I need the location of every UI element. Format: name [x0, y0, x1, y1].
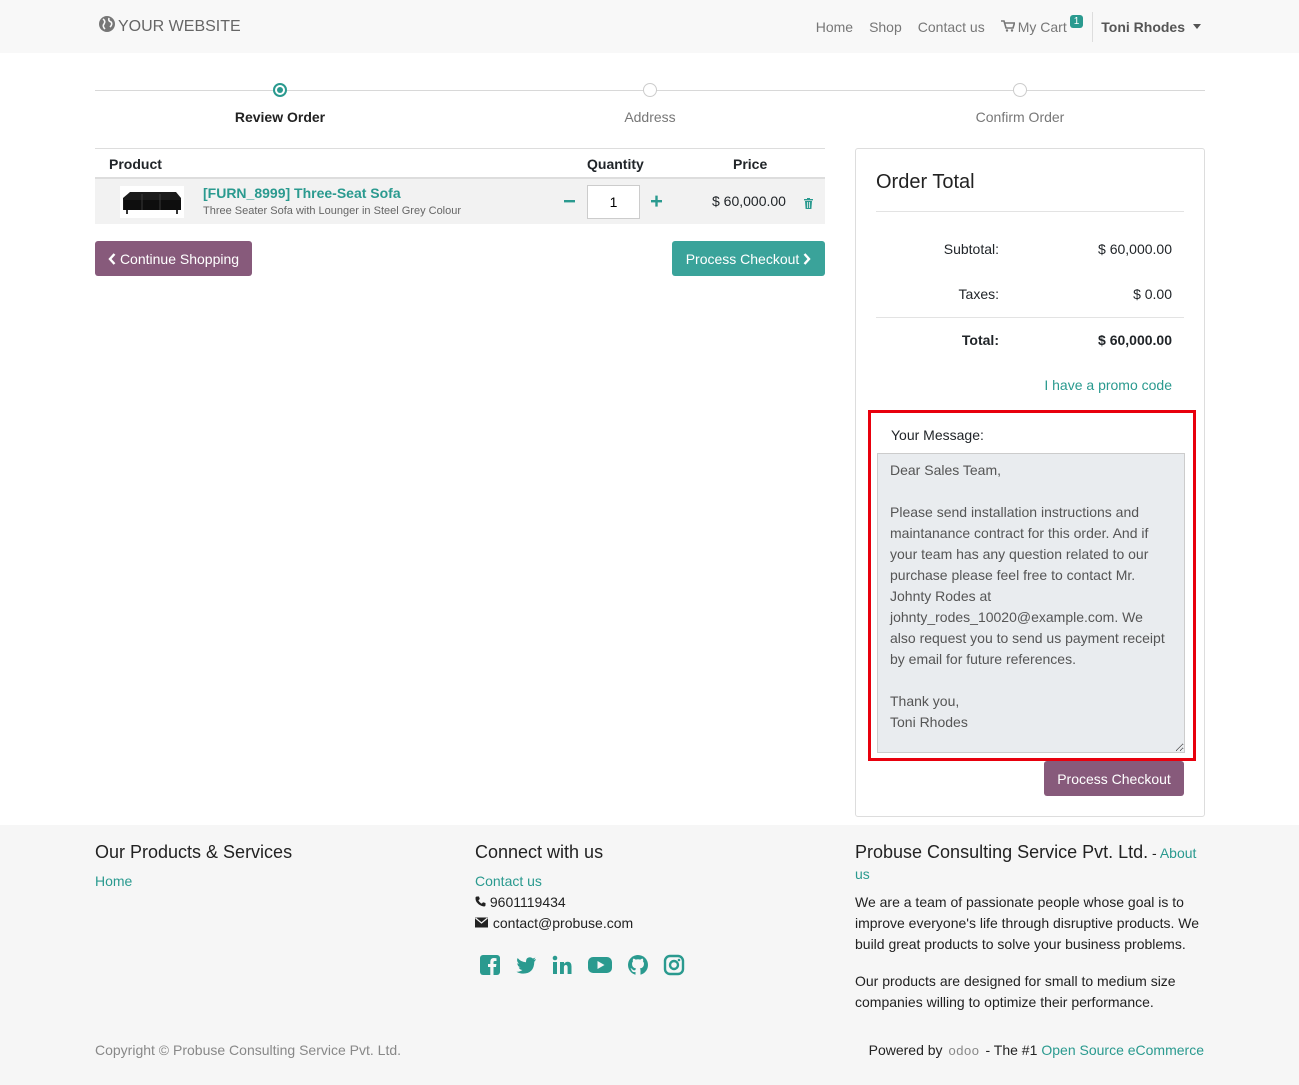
open-source-ecommerce-link[interactable]: Open Source eCommerce [1041, 1042, 1204, 1058]
brand-logo[interactable]: YOUR WEBSITE [98, 15, 241, 38]
product-description: Three Seater Sofa with Lounger in Steel … [203, 205, 462, 217]
taxes-label: Taxes: [958, 286, 999, 302]
step-dot-icon [1013, 83, 1027, 97]
message-label: Your Message: [891, 427, 984, 443]
about-separator: - [1148, 845, 1160, 861]
footer-connect-column: Connect with us Contact us 9601119434 co… [475, 842, 815, 976]
footer: Our Products & Services Home Connect wit… [0, 825, 1299, 1085]
odoo-logo[interactable]: odoo [949, 1043, 980, 1058]
taxes-value: $ 0.00 [1133, 286, 1172, 302]
footer-connect-title: Connect with us [475, 842, 604, 862]
order-total-panel: Order Total Subtotal: $ 60,000.00 Taxes:… [855, 148, 1205, 817]
youtube-icon[interactable] [587, 954, 613, 976]
company-products-description: Our products are designed for small to m… [855, 973, 1176, 1010]
trash-icon[interactable] [804, 196, 813, 212]
phone-number: 9601119434 [489, 894, 566, 910]
copyright-text: Copyright © Probuse Consulting Service P… [95, 1042, 402, 1058]
message-highlight-box: Your Message: [868, 410, 1196, 761]
email-line: contact@probuse.com [475, 913, 815, 934]
powered-by: Powered by odoo - The #1 Open Source eCo… [869, 1042, 1204, 1058]
continue-shopping-label: Continue Shopping [119, 250, 240, 267]
phone-line: 9601119434 [475, 892, 815, 913]
step-dot-icon [273, 83, 287, 97]
cart-table-header: Product Quantity Price [95, 148, 825, 179]
table-row: [FURN_8999] Three-Seat Sofa Three Seater… [95, 179, 825, 224]
user-menu[interactable]: Toni Rhodes [1101, 19, 1201, 35]
company-description: We are a team of passionate people whose… [855, 894, 1200, 952]
shopping-cart-icon [1000, 19, 1018, 35]
header-price: Price [733, 156, 768, 172]
footer-products-title: Our Products & Services [95, 842, 293, 862]
caret-down-icon [1193, 24, 1201, 29]
process-checkout-label: Process Checkout [685, 250, 800, 267]
chevron-right-icon [803, 252, 811, 265]
step-review-order: Review Order [180, 82, 380, 125]
user-name: Toni Rhodes [1101, 18, 1185, 35]
powered-by-label: Powered by [868, 1042, 943, 1058]
powered-by-middle: - The #1 [985, 1042, 1038, 1058]
order-total-title: Order Total [876, 171, 975, 193]
promo-code-link[interactable]: I have a promo code [1044, 377, 1172, 393]
step-label: Address [624, 109, 676, 125]
header-product: Product [109, 156, 162, 172]
twitter-icon[interactable] [515, 954, 537, 976]
linkedin-icon[interactable] [551, 954, 573, 976]
product-name-link[interactable]: [FURN_8999] Three-Seat Sofa [203, 185, 401, 201]
nav-cart-link[interactable]: My Cart 1 [1000, 15, 1084, 35]
process-checkout-label: Process Checkout [1057, 770, 1171, 787]
step-label: Review Order [234, 109, 326, 125]
footer-home-link[interactable]: Home [95, 873, 132, 889]
total-value: $ 60,000.00 [1098, 332, 1172, 348]
quantity-input[interactable] [587, 185, 640, 219]
message-textarea[interactable] [877, 453, 1185, 753]
process-checkout-button[interactable]: Process Checkout [672, 241, 825, 276]
phone-icon [475, 896, 486, 907]
footer-contact-link[interactable]: Contact us [475, 873, 542, 889]
step-address: Address [550, 82, 750, 125]
social-links [479, 954, 815, 976]
product-image[interactable] [120, 186, 184, 218]
subtotal-value: $ 60,000.00 [1098, 241, 1172, 257]
brand-name: YOUR WEBSITE [118, 17, 241, 35]
step-label: Confirm Order [975, 109, 1065, 125]
line-price: $ 60,000.00 [712, 193, 786, 209]
top-navbar: YOUR WEBSITE Home Shop Contact us My Car… [0, 0, 1299, 53]
cart-label: My Cart [1017, 18, 1067, 35]
cart-table: Product Quantity Price [FURN_8999] Three… [95, 148, 825, 224]
github-icon[interactable] [627, 954, 649, 976]
nav-home-link[interactable]: Home [816, 19, 853, 35]
email-address: contact@probuse.com [492, 915, 634, 931]
facebook-icon[interactable] [479, 954, 501, 976]
nav-contact-link[interactable]: Contact us [918, 19, 985, 35]
cart-count-badge: 1 [1069, 15, 1084, 28]
footer-company-heading: Probuse Consulting Service Pvt. Ltd. - A… [855, 842, 1205, 884]
chevron-left-icon [108, 252, 116, 265]
minus-icon[interactable] [563, 191, 577, 211]
checkout-progress: Review Order Address Confirm Order [95, 82, 1205, 132]
divider [876, 317, 1184, 318]
subtotal-label: Subtotal: [943, 241, 999, 257]
nav-divider [1092, 11, 1094, 42]
instagram-icon[interactable] [663, 954, 685, 976]
globe-icon [98, 15, 118, 38]
message-process-checkout-button[interactable]: Process Checkout [1044, 761, 1184, 796]
plus-icon[interactable] [650, 191, 664, 211]
nav-shop-link[interactable]: Shop [869, 19, 902, 35]
envelope-icon [475, 917, 489, 928]
main-menu: Home Shop Contact us My Cart 1 Toni Rhod… [800, 0, 1201, 53]
total-label: Total: [961, 332, 999, 348]
divider [876, 211, 1184, 212]
header-quantity: Quantity [587, 156, 644, 172]
step-confirm-order: Confirm Order [920, 82, 1120, 125]
footer-company-column: Probuse Consulting Service Pvt. Ltd. - A… [855, 842, 1205, 1013]
continue-shopping-button[interactable]: Continue Shopping [95, 241, 252, 276]
footer-company-title: Probuse Consulting Service Pvt. Ltd. [855, 842, 1149, 862]
footer-products-column: Our Products & Services Home [95, 842, 435, 892]
step-dot-icon [643, 83, 657, 97]
